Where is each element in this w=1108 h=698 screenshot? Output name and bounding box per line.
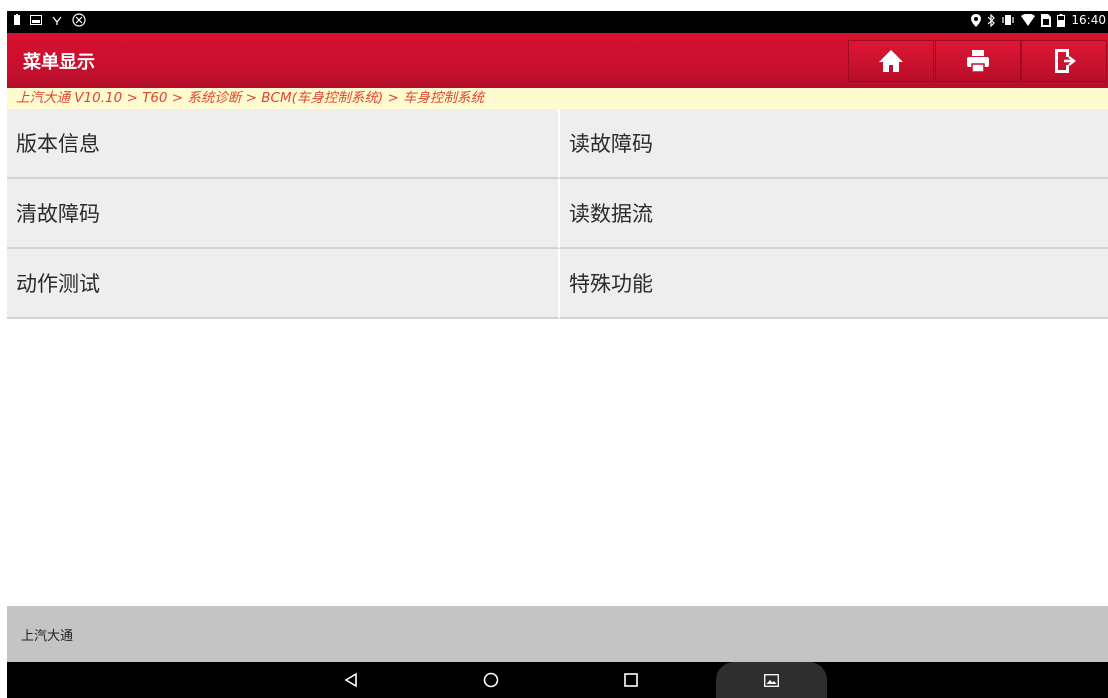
recents-icon	[624, 673, 638, 687]
left-edge	[0, 0, 7, 698]
print-button[interactable]	[935, 40, 1021, 82]
menu-item-clear-dtc[interactable]: 清故障码	[7, 179, 560, 249]
bluetooth-off-icon	[72, 13, 86, 27]
menu-item-actuation-test[interactable]: 动作测试	[7, 249, 560, 319]
page-title: 菜单显示	[23, 52, 95, 73]
menu-grid: 版本信息 读故障码 清故障码 读数据流 动作测试 特殊功能	[7, 109, 1108, 319]
home-button[interactable]	[848, 40, 934, 82]
screenshot-button[interactable]	[716, 662, 827, 698]
menu-item-read-dtc[interactable]: 读故障码	[560, 109, 1108, 179]
usb-icon	[52, 16, 62, 25]
image-icon	[30, 15, 42, 25]
location-icon	[971, 13, 982, 27]
back-icon	[344, 672, 357, 688]
home-nav-button[interactable]	[473, 662, 509, 698]
breadcrumb: 上汽大通 V10.10 > T60 > 系统诊断 > BCM(车身控制系统) >…	[7, 88, 1108, 109]
battery-alert-icon	[14, 14, 20, 25]
clock: 16:40	[1071, 13, 1106, 27]
screenshot-icon	[764, 673, 779, 687]
menu-item-version-info[interactable]: 版本信息	[7, 109, 560, 179]
android-nav-bar	[7, 662, 1108, 698]
print-icon	[967, 50, 989, 73]
recents-button[interactable]	[613, 662, 649, 698]
battery-icon	[1057, 13, 1066, 27]
title-bar: 菜单显示	[7, 33, 1108, 88]
home-icon	[879, 50, 903, 72]
bluetooth-icon	[987, 13, 996, 27]
home-circle-icon	[483, 672, 499, 688]
exit-button[interactable]	[1021, 40, 1107, 82]
status-bar: 16:40	[7, 11, 1108, 33]
vibrate-icon	[1002, 15, 1015, 25]
exit-icon	[1055, 49, 1076, 73]
footer-bar: 上汽大通	[7, 606, 1108, 662]
menu-item-read-data-stream[interactable]: 读数据流	[560, 179, 1108, 249]
footer-brand: 上汽大通	[21, 629, 74, 644]
menu-item-special-functions[interactable]: 特殊功能	[560, 249, 1108, 319]
back-button[interactable]	[333, 662, 369, 698]
sim-icon	[1041, 13, 1052, 27]
wifi-icon	[1021, 14, 1036, 26]
